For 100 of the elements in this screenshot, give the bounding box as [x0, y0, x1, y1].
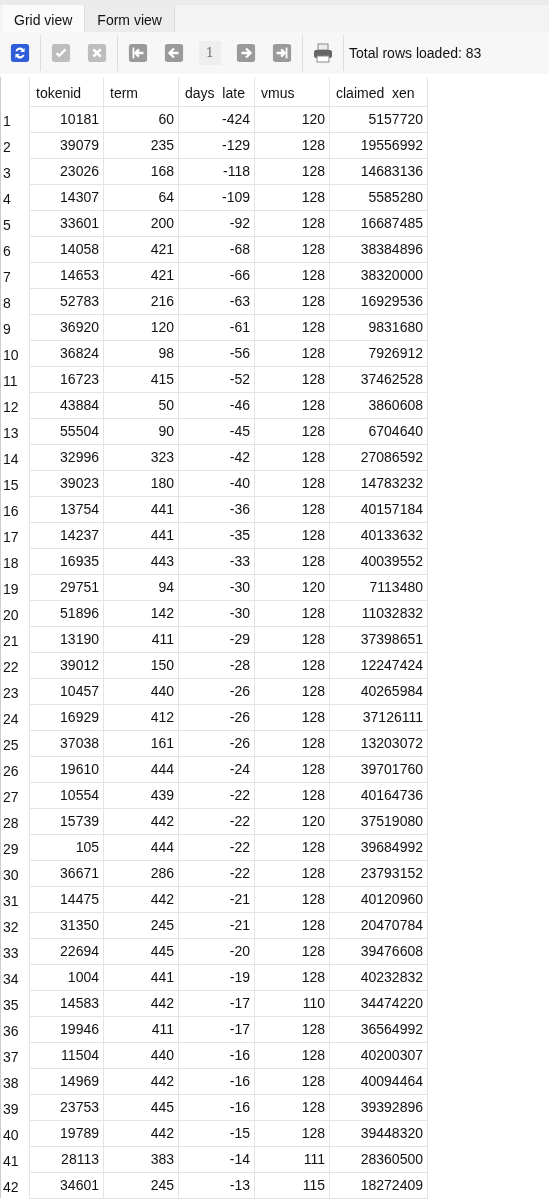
table-cell: 128	[254, 158, 330, 184]
row-number: 39	[0, 1094, 30, 1120]
table-cell: 128	[254, 626, 330, 652]
column-header[interactable]: tokenid	[29, 77, 104, 106]
row-number: 36	[0, 1016, 30, 1042]
row-number: 2	[0, 132, 30, 158]
row-number: 14	[0, 444, 30, 470]
table-cell: 168	[103, 158, 179, 184]
row-number: 31	[0, 886, 30, 912]
table-cell: -22	[178, 782, 255, 808]
table-cell: 7113480	[329, 574, 428, 600]
table-cell: 120	[254, 574, 330, 600]
table-cell: 442	[103, 1120, 179, 1146]
table-cell: -63	[178, 288, 255, 314]
table-cell: 128	[254, 496, 330, 522]
table-cell: 235	[103, 132, 179, 158]
column-header[interactable]: claimed xen	[329, 77, 428, 106]
table-cell: 38384896	[329, 236, 428, 262]
table-cell: -52	[178, 366, 255, 392]
table-cell: 14653	[29, 262, 104, 288]
table-cell: -33	[178, 548, 255, 574]
table-cell: 105	[29, 834, 104, 860]
table-cell: 39476608	[329, 938, 428, 964]
row-number: 41	[0, 1146, 30, 1172]
row-number: 22	[0, 652, 30, 678]
table-cell: -22	[178, 808, 255, 834]
table-cell: 98	[103, 340, 179, 366]
table-cell: 128	[254, 262, 330, 288]
previous-button[interactable]	[163, 42, 185, 64]
table-cell: 40157184	[329, 496, 428, 522]
table-cell: 128	[254, 184, 330, 210]
row-number: 34	[0, 964, 30, 990]
table-cell: 40200307	[329, 1042, 428, 1068]
table-cell: 18272409	[329, 1172, 428, 1198]
row-number: 18	[0, 548, 30, 574]
table-cell: 39023	[29, 470, 104, 496]
row-number: 25	[0, 730, 30, 756]
table-cell: -29	[178, 626, 255, 652]
view-tab[interactable]: Form view	[85, 5, 175, 32]
next-button[interactable]	[235, 42, 257, 64]
row-number: 11	[0, 366, 30, 392]
table-cell: 128	[254, 210, 330, 236]
table-cell: 13190	[29, 626, 104, 652]
row-number: 27	[0, 782, 30, 808]
table-cell: 111	[254, 1146, 330, 1172]
table-cell: 40133632	[329, 522, 428, 548]
table-cell: 19610	[29, 756, 104, 782]
table-cell: 36564992	[329, 1016, 428, 1042]
table-cell: -16	[178, 1068, 255, 1094]
table-cell: 128	[254, 704, 330, 730]
table-cell: 14475	[29, 886, 104, 912]
table-cell: 441	[103, 522, 179, 548]
table-cell: 323	[103, 444, 179, 470]
table-cell: 10554	[29, 782, 104, 808]
last-page-button[interactable]	[271, 42, 293, 64]
print-button[interactable]	[312, 42, 334, 64]
table-cell: 14237	[29, 522, 104, 548]
page-number-field[interactable]: 1	[199, 41, 221, 65]
table-cell: -22	[178, 834, 255, 860]
table-cell: 128	[254, 860, 330, 886]
table-cell: 128	[254, 756, 330, 782]
first-page-button[interactable]	[127, 42, 149, 64]
column-header[interactable]: days late	[178, 77, 255, 106]
table-cell: 37038	[29, 730, 104, 756]
table-cell: 128	[254, 366, 330, 392]
refresh-button[interactable]	[9, 42, 31, 64]
table-cell: -61	[178, 314, 255, 340]
table-cell: -26	[178, 678, 255, 704]
table-cell: -21	[178, 912, 255, 938]
row-number: 9	[0, 314, 30, 340]
table-cell: 39448320	[329, 1120, 428, 1146]
table-cell: 200	[103, 210, 179, 236]
table-cell: 383	[103, 1146, 179, 1172]
table-cell: 40265984	[329, 678, 428, 704]
table-cell: 40164736	[329, 782, 428, 808]
table-cell: 1004	[29, 964, 104, 990]
table-cell: 23026	[29, 158, 104, 184]
table-cell: -118	[178, 158, 255, 184]
column-header[interactable]: term	[103, 77, 179, 106]
column-header[interactable]: vmus	[254, 77, 330, 106]
table-cell: -15	[178, 1120, 255, 1146]
table-cell: 128	[254, 236, 330, 262]
table-cell: 13203072	[329, 730, 428, 756]
table-cell: -21	[178, 886, 255, 912]
table-cell: 37462528	[329, 366, 428, 392]
table-cell: 442	[103, 1068, 179, 1094]
table-cell: 23753	[29, 1094, 104, 1120]
row-number: 16	[0, 496, 30, 522]
table-cell: 19946	[29, 1016, 104, 1042]
view-tab[interactable]: Grid view	[2, 5, 86, 32]
table-cell: 442	[103, 886, 179, 912]
table-cell: 34601	[29, 1172, 104, 1198]
table-cell: 14783232	[329, 470, 428, 496]
table-cell: 128	[254, 522, 330, 548]
table-cell: 34474220	[329, 990, 428, 1016]
table-cell: 128	[254, 470, 330, 496]
table-cell: 440	[103, 678, 179, 704]
table-cell: 39392896	[329, 1094, 428, 1120]
table-cell: 60	[103, 106, 179, 132]
table-cell: -36	[178, 496, 255, 522]
